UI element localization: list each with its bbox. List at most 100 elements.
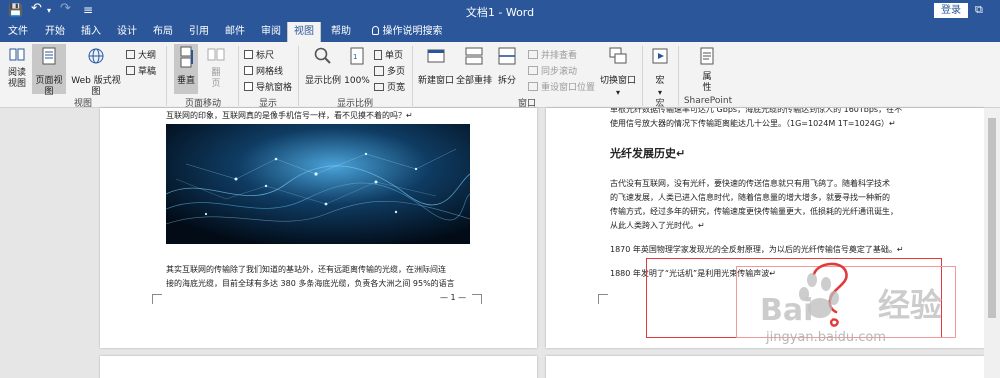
network-image[interactable]	[166, 124, 470, 244]
zoom-100-label: 100%	[344, 76, 370, 86]
gridlines-label: 网格线	[256, 67, 284, 77]
separator	[298, 46, 299, 106]
page2-heading: 光纤发展历史↵	[610, 147, 686, 160]
tab-help[interactable]: 帮助	[324, 22, 358, 42]
page1-para-line2: 接的海底光缆，目前全球有多达 380 多条海底光缆，负责各大洲之间 95%的语言	[166, 279, 455, 288]
separator	[678, 46, 679, 106]
side-to-side-button[interactable]: 翻 页	[204, 46, 228, 94]
tab-design[interactable]: 设计	[110, 22, 144, 42]
one-page-label: 单页	[385, 51, 404, 61]
print-layout-button[interactable]: 页面视图	[32, 44, 66, 97]
tell-me-label: 操作说明搜索	[382, 26, 443, 37]
globe-icon	[88, 48, 104, 64]
page2-p1-line4: 从此人类跨入了光时代。↵	[610, 221, 705, 230]
tab-review[interactable]: 审阅	[254, 22, 288, 42]
separator	[166, 46, 167, 106]
crop-mark	[598, 294, 608, 304]
tell-me-search[interactable]: 操作说明搜索	[362, 22, 452, 42]
draft-button[interactable]: 草稿	[126, 64, 156, 77]
split-button[interactable]: 拆分	[494, 46, 520, 94]
page-number: — 1 —	[440, 293, 467, 302]
ruler-check-box[interactable]	[244, 50, 253, 59]
multiple-pages-button[interactable]: 多页	[374, 64, 405, 77]
tab-insert[interactable]: 插入	[74, 22, 108, 42]
print-layout-icon	[42, 47, 56, 65]
new-window-button[interactable]: 新建窗口	[418, 46, 454, 94]
svg-text:1: 1	[353, 53, 357, 61]
macros-icon	[652, 48, 668, 64]
tab-view[interactable]: 视图	[287, 22, 321, 42]
baidu-watermark: Bai 经验 jingyan.baidu.com	[760, 270, 980, 350]
arrange-all-button[interactable]: 全部重排	[456, 46, 492, 94]
page-4[interactable]	[546, 356, 984, 378]
split-label: 拆分	[497, 76, 516, 86]
split-icon	[498, 47, 516, 65]
side-to-side-label: 翻 页	[211, 68, 221, 89]
ruler-checkbox[interactable]: 标尺	[244, 48, 274, 61]
web-layout-label: Web 版式视图	[71, 76, 121, 97]
crop-mark	[472, 294, 482, 304]
gridlines-checkbox[interactable]: 网格线	[244, 64, 283, 77]
new-window-label: 新建窗口	[418, 76, 455, 86]
page2-p2: 1870 年英国物理学家发现光的全反射原理，为以后的光纤传输信号奠定了基础。↵	[610, 245, 904, 254]
side-by-side-icon	[528, 50, 538, 59]
reset-position-icon	[528, 82, 538, 91]
login-button[interactable]: 登录	[934, 3, 968, 18]
sync-scroll-button[interactable]: 同步滚动	[528, 64, 577, 77]
nav-pane-label: 导航窗格	[256, 83, 293, 93]
watermark-url: jingyan.baidu.com	[766, 330, 886, 345]
tab-mailings[interactable]: 邮件	[218, 22, 252, 42]
switch-windows-label: 切换窗口	[599, 76, 636, 86]
read-mode-button[interactable]: 阅读 视图	[4, 46, 30, 94]
sync-scroll-icon	[528, 66, 538, 75]
tab-file[interactable]: 文件	[0, 22, 36, 42]
tab-references[interactable]: 引用	[182, 22, 216, 42]
vertical-button[interactable]: 垂直	[174, 44, 198, 94]
title-bar: 💾 ↶ ▾ ↷ ≡ 文档1 - Word 登录 ⧉ —	[0, 0, 1000, 22]
reset-position-label: 重设窗口位置	[541, 83, 596, 93]
page-3[interactable]	[100, 356, 537, 378]
page-width-label: 页宽	[387, 83, 406, 93]
gridlines-check-box[interactable]	[244, 66, 253, 75]
page-width-button[interactable]: 页宽	[374, 80, 405, 93]
vertical-pages-icon	[180, 46, 193, 68]
lightbulb-icon	[371, 26, 379, 35]
macros-button[interactable]: 宏 ▾	[648, 46, 672, 97]
tab-layout[interactable]: 布局	[146, 22, 180, 42]
separator	[642, 46, 643, 106]
vertical-scrollbar[interactable]	[984, 108, 1000, 378]
page2-line2: 使用信号放大器的情况下传输距离能达几十公里。（1G=1024M 1T=1024G…	[610, 119, 896, 128]
switch-windows-button[interactable]: 切换窗口 ▾	[598, 46, 638, 97]
switch-windows-icon	[609, 47, 627, 64]
properties-icon	[700, 47, 714, 65]
side-by-side-button[interactable]: 并排查看	[528, 48, 577, 61]
draft-icon	[126, 66, 135, 75]
document-area[interactable]: 互联网的印象，互联网真的是像手机信号一样，看不见摸不着的吗？↵ 其实互联网的传输…	[0, 108, 1000, 378]
zoom-100-button[interactable]: 1 100%	[344, 46, 370, 94]
reset-position-button[interactable]: 重设窗口位置	[528, 80, 595, 93]
properties-label: 属 性	[702, 72, 712, 93]
baidu-paw-logo: Bai	[760, 273, 839, 326]
one-page-button[interactable]: 单页	[374, 48, 403, 61]
baidu-logo-text: Bai	[760, 293, 813, 326]
properties-button[interactable]: 属 性	[694, 46, 720, 94]
side-to-side-icon	[207, 48, 225, 61]
scrollbar-thumb[interactable]	[988, 118, 996, 318]
page-1[interactable]: 互联网的印象，互联网真的是像手机信号一样，看不见摸不着的吗？↵ 其实互联网的传输…	[100, 108, 537, 348]
read-mode-label: 阅读 视图	[7, 68, 26, 89]
outline-label: 大纲	[138, 51, 157, 61]
zoom-button[interactable]: 显示比例	[304, 46, 342, 94]
page-width-icon	[374, 83, 384, 91]
nav-pane-checkbox[interactable]: 导航窗格	[244, 80, 292, 93]
outline-button[interactable]: 大纲	[126, 48, 156, 61]
one-page-icon	[374, 50, 382, 60]
tab-home[interactable]: 开始	[38, 22, 72, 42]
ribbon-display-options-icon[interactable]: ⧉	[975, 3, 983, 17]
draft-label: 草稿	[138, 67, 157, 77]
page1-line-top: 互联网的印象，互联网真的是像手机信号一样，看不见摸不着的吗？↵	[166, 111, 413, 120]
ribbon-tabs: 文件 开始 插入 设计 布局 引用 邮件 审阅 视图 帮助 操作说明搜索	[0, 22, 1000, 42]
crop-mark	[152, 294, 162, 304]
vertical-label: 垂直	[176, 76, 195, 86]
nav-pane-check-box[interactable]	[244, 82, 253, 91]
web-layout-button[interactable]: Web 版式视图	[68, 46, 124, 97]
